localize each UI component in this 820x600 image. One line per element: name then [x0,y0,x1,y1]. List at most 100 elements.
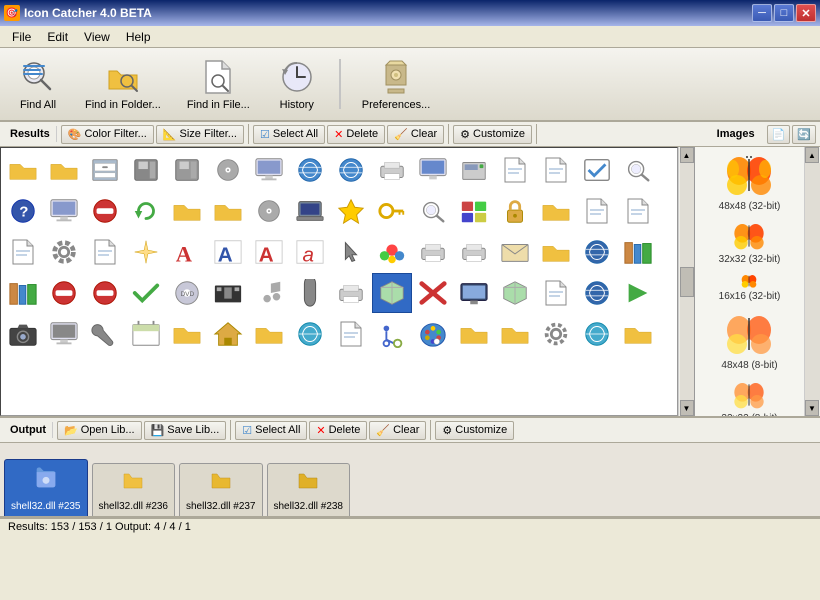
icon-cell[interactable] [167,150,207,190]
icon-cell[interactable] [290,314,330,354]
icon-cell[interactable] [413,273,453,313]
images-view-btn2[interactable]: 🔄 [792,125,816,144]
scroll-thumb[interactable] [680,267,694,297]
icon-cell[interactable] [249,314,289,354]
icon-cell[interactable] [3,232,43,272]
icon-cell[interactable] [454,273,494,313]
open-lib-button[interactable]: 📂 Open Lib... [57,421,142,440]
out-clear-button[interactable]: 🧹 Clear [369,421,426,440]
icon-cell[interactable] [126,314,166,354]
icon-cell[interactable] [454,191,494,231]
menu-edit[interactable]: Edit [39,28,76,46]
icon-cell[interactable] [3,314,43,354]
maximize-button[interactable]: □ [774,4,794,22]
out-customize-button[interactable]: ⚙ Customize [435,421,514,440]
icon-cell[interactable] [413,150,453,190]
close-button[interactable]: ✕ [796,4,816,22]
icon-cell[interactable] [536,191,576,231]
save-lib-button[interactable]: 💾 Save Lib... [144,421,227,440]
size-32-8bit[interactable]: 32x32 (8-bit) [721,379,777,416]
icon-cell[interactable] [372,314,412,354]
tab-shell32-237[interactable]: shell32.dll #237 [179,463,263,516]
clear-button[interactable]: 🧹 Clear [387,125,444,144]
icon-cell[interactable]: a [290,232,330,272]
minimize-button[interactable]: ─ [752,4,772,22]
select-all-button[interactable]: ☑ Select All [253,125,325,144]
icon-cell[interactable] [208,150,248,190]
icon-cell[interactable] [44,273,84,313]
icon-cell[interactable] [167,314,207,354]
icon-cell[interactable] [126,191,166,231]
icon-cell[interactable] [577,191,617,231]
scroll-up-btn[interactable]: ▲ [680,147,694,163]
icon-cell[interactable] [290,191,330,231]
icon-cell[interactable] [249,150,289,190]
images-view-btn1[interactable]: 📄 [767,125,791,144]
icon-cell[interactable] [44,232,84,272]
icon-cell[interactable] [126,232,166,272]
icon-cell[interactable] [495,232,535,272]
icon-cell[interactable] [495,314,535,354]
icon-cell[interactable] [208,314,248,354]
tab-shell32-238[interactable]: shell32.dll #238 [267,463,351,516]
size-16-32bit[interactable]: 16x16 (32-bit) [719,273,781,302]
icon-cell[interactable] [618,150,658,190]
icon-cell[interactable] [413,314,453,354]
icon-cell[interactable] [85,150,125,190]
icon-cell[interactable] [618,232,658,272]
icon-cell[interactable]: A [208,232,248,272]
icon-cell[interactable] [208,273,248,313]
icon-cell[interactable] [331,191,371,231]
icon-cell[interactable] [536,273,576,313]
icon-cell[interactable] [372,232,412,272]
icon-cell[interactable] [372,150,412,190]
size-32-32bit[interactable]: 32x32 (32-bit) [719,220,781,265]
icon-cell[interactable] [331,232,371,272]
color-filter-button[interactable]: 🎨 Color Filter... [61,125,154,144]
icon-cell[interactable] [44,314,84,354]
icon-cell[interactable] [167,191,207,231]
icon-cell[interactable] [536,150,576,190]
out-select-all-button[interactable]: ☑ Select All [235,421,307,440]
icon-cell[interactable] [577,232,617,272]
icon-cell[interactable] [413,232,453,272]
icon-cell[interactable] [618,273,658,313]
icon-cell[interactable] [495,191,535,231]
icon-cell[interactable] [577,150,617,190]
icon-cell[interactable] [208,191,248,231]
icon-cell[interactable] [331,273,371,313]
findinfolder-button[interactable]: Find in Folder... [76,52,170,116]
icon-cell[interactable] [85,273,125,313]
icon-cell[interactable] [413,191,453,231]
icon-cell[interactable] [454,314,494,354]
out-delete-button[interactable]: ✕ Delete [309,421,367,440]
icon-cell[interactable] [44,150,84,190]
size-48-8bit[interactable]: 48x48 (8-bit) [721,310,777,371]
icon-cell[interactable] [495,150,535,190]
icon-cell[interactable] [126,150,166,190]
icon-cell[interactable] [44,191,84,231]
icon-cell[interactable] [536,314,576,354]
icon-cell[interactable] [85,232,125,272]
icon-cell[interactable]: A [167,232,207,272]
icon-cell[interactable] [249,191,289,231]
tab-shell32-236[interactable]: shell32.dll #236 [92,463,176,516]
rscroll-up-btn[interactable]: ▲ [805,147,819,163]
menu-file[interactable]: File [4,28,39,46]
icon-cell[interactable] [372,191,412,231]
scroll-down-btn[interactable]: ▼ [680,400,694,416]
icon-cell[interactable] [85,191,125,231]
icon-cell[interactable] [85,314,125,354]
customize-button[interactable]: ⚙ Customize [453,125,532,144]
size-filter-button[interactable]: 📐 Size Filter... [156,125,244,144]
preferences-button[interactable]: Preferences... [353,52,439,116]
icon-cell[interactable] [331,150,371,190]
history-button[interactable]: History [267,52,327,116]
icon-cell[interactable] [290,150,330,190]
icon-cell[interactable] [454,150,494,190]
rscroll-down-btn[interactable]: ▼ [805,400,819,416]
icon-cell[interactable]: DVD [167,273,207,313]
menu-view[interactable]: View [76,28,118,46]
findinfile-button[interactable]: Find in File... [178,52,259,116]
icon-cell[interactable]: A [249,232,289,272]
